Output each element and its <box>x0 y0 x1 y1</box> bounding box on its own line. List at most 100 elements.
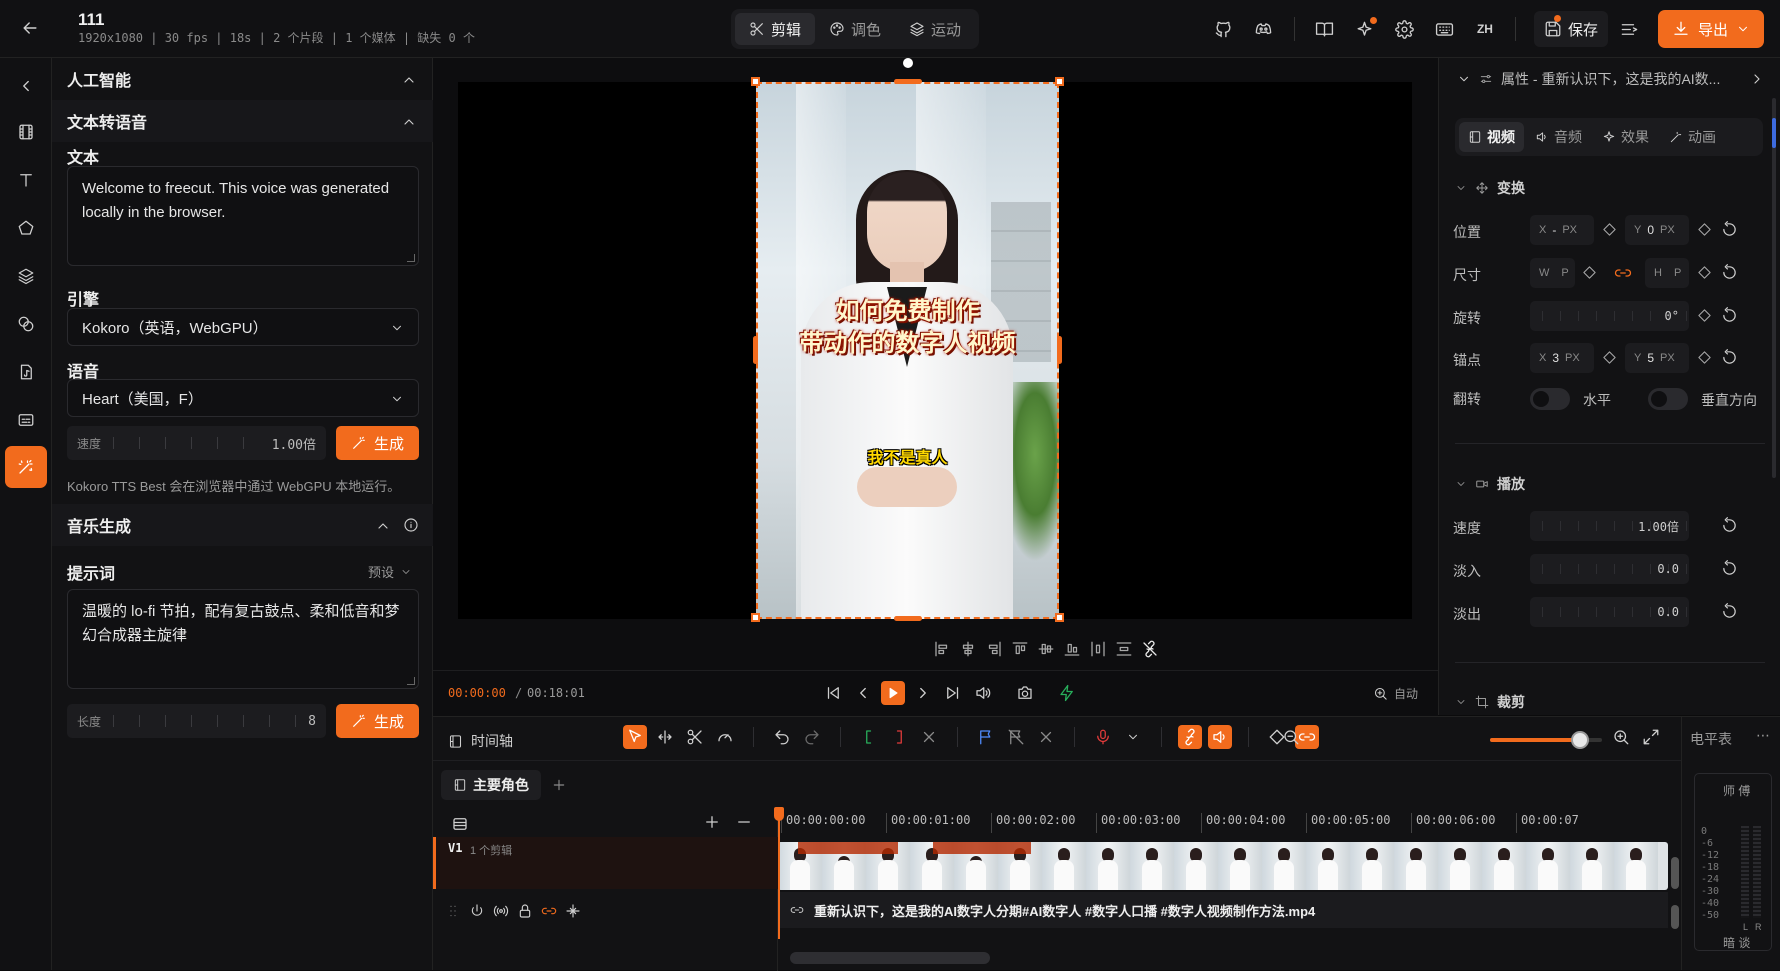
section-tts-header[interactable]: 文本转语音 <box>52 100 433 142</box>
timeline-h-scrollbar[interactable] <box>790 952 990 964</box>
drag-handle-icon[interactable] <box>445 903 461 919</box>
engine-select[interactable]: Kokoro（英语，WebGPU） <box>67 308 419 346</box>
plus-icon[interactable] <box>551 777 567 793</box>
track-menu-button[interactable] <box>451 815 469 833</box>
resize-grip[interactable] <box>407 677 415 685</box>
record-options-button[interactable] <box>1121 725 1145 749</box>
tab-audio[interactable]: 音频 <box>1526 122 1591 152</box>
align-center-v-icon[interactable] <box>1037 640 1055 658</box>
rail-layers-button[interactable] <box>8 258 44 294</box>
plus-icon[interactable] <box>703 813 721 831</box>
preset-dropdown[interactable]: 预设 <box>368 562 412 581</box>
anchor-y-input[interactable]: Y 5 PX <box>1625 343 1689 373</box>
properties-scrollbar[interactable] <box>1772 98 1776 478</box>
rail-subtitles-button[interactable] <box>8 402 44 438</box>
resize-handle-left[interactable] <box>753 336 758 364</box>
video-clip-thumbnails[interactable] <box>778 842 1668 890</box>
clear-markers-button[interactable] <box>1034 725 1058 749</box>
zoom-out-button[interactable] <box>1279 725 1303 749</box>
rotate-handle[interactable] <box>903 58 913 68</box>
track-scrollbar[interactable] <box>1671 857 1679 889</box>
video-clip[interactable]: 重新认识下，这是我的AI数字人分期#AI数字人 #数字人口播 #数字人视频制作方… <box>778 892 1668 928</box>
reset-fadein-button[interactable] <box>1721 560 1738 577</box>
keyframe-size-w[interactable] <box>1582 265 1597 280</box>
mark-in-button[interactable] <box>857 725 881 749</box>
reset-rotation-button[interactable] <box>1721 307 1738 324</box>
snap-icon[interactable] <box>1141 640 1159 658</box>
speed-slider[interactable]: 速度 1.00倍 <box>67 426 326 460</box>
transform-group-header[interactable]: 变换 <box>1455 178 1525 198</box>
keyframe-anchor-x[interactable] <box>1602 350 1617 365</box>
flip-vertical-toggle[interactable] <box>1648 388 1688 410</box>
keyframe-size-h[interactable] <box>1697 265 1712 280</box>
zoom-slider-knob[interactable] <box>1570 731 1589 749</box>
tab-video[interactable]: 视频 <box>1459 122 1524 152</box>
lock-icon[interactable] <box>517 903 533 919</box>
tab-effects[interactable]: 效果 <box>1593 122 1658 152</box>
mark-out-button[interactable] <box>887 725 911 749</box>
shortcuts-button[interactable] <box>1427 11 1463 47</box>
language-button[interactable]: ZH <box>1467 11 1503 47</box>
skip-end-button[interactable] <box>941 681 965 705</box>
keyframe-anchor-y[interactable] <box>1697 350 1712 365</box>
fadein-slider[interactable]: 0.0 <box>1530 554 1689 584</box>
fast-preview-button[interactable] <box>1055 681 1079 705</box>
track-scrollbar[interactable] <box>1671 905 1679 929</box>
fadeout-slider[interactable]: 0.0 <box>1530 597 1689 627</box>
align-left-icon[interactable] <box>933 640 951 658</box>
clip-speed-slider[interactable]: 1.00倍 <box>1530 511 1689 541</box>
size-w-input[interactable]: WP <box>1530 258 1575 288</box>
add-marker-button[interactable] <box>974 725 998 749</box>
chevron-down-icon[interactable] <box>1457 72 1471 86</box>
save-button[interactable]: 保存 <box>1533 11 1608 47</box>
keyframe-position-x[interactable] <box>1602 222 1617 237</box>
composition-tab-main[interactable]: 主要角色 <box>441 770 541 800</box>
prev-frame-button[interactable] <box>851 681 875 705</box>
reset-anchor-button[interactable] <box>1721 349 1738 366</box>
volume-button[interactable] <box>971 681 995 705</box>
section-music-header[interactable]: 音乐生成 <box>52 504 433 546</box>
skip-start-button[interactable] <box>821 681 845 705</box>
clear-marks-button[interactable] <box>917 725 941 749</box>
info-icon[interactable] <box>403 517 419 533</box>
rail-effects-button[interactable] <box>8 306 44 342</box>
ripple-tool[interactable] <box>653 725 677 749</box>
remove-marker-button[interactable] <box>1004 725 1028 749</box>
zoom-auto-button[interactable]: 自动 <box>1373 685 1418 702</box>
crop-group-header[interactable]: 裁剪 <box>1455 692 1525 712</box>
power-icon[interactable] <box>469 903 485 919</box>
select-tool[interactable] <box>623 725 647 749</box>
position-y-input[interactable]: Y 0 PX <box>1625 215 1689 245</box>
align-bottom-icon[interactable] <box>1063 640 1081 658</box>
section-ai-header[interactable]: 人工智能 <box>52 58 433 100</box>
undo-button[interactable] <box>770 725 794 749</box>
rail-text-button[interactable] <box>8 162 44 198</box>
more-options-button[interactable]: ⋯ <box>1756 727 1770 744</box>
razor-tool[interactable] <box>683 725 707 749</box>
play-button[interactable] <box>881 681 905 705</box>
queue-button[interactable] <box>1612 11 1648 47</box>
redo-button[interactable] <box>800 725 824 749</box>
flip-horizontal-toggle[interactable] <box>1530 388 1570 410</box>
timeline-ruler[interactable]: 00:00:00:00 00:00:01:00 00:00:02:00 00:00:0… <box>778 807 1681 835</box>
chevron-right-icon[interactable] <box>1749 71 1765 87</box>
tab-animation[interactable]: 动画 <box>1660 122 1725 152</box>
resize-handle-tr[interactable] <box>1055 77 1064 86</box>
next-frame-button[interactable] <box>911 681 935 705</box>
align-top-icon[interactable] <box>1011 640 1029 658</box>
tts-text-input[interactable]: Welcome to freecut. This voice was gener… <box>67 166 419 266</box>
keyframe-rotation[interactable] <box>1697 308 1712 323</box>
audio-scrub-toggle[interactable] <box>1208 725 1232 749</box>
distribute-v-icon[interactable] <box>1115 640 1133 658</box>
position-x-input[interactable]: X - PX <box>1530 215 1594 245</box>
fit-timeline-button[interactable] <box>1639 725 1663 749</box>
collapse-panel-button[interactable] <box>8 68 44 104</box>
github-button[interactable] <box>1206 11 1242 47</box>
minus-icon[interactable] <box>735 813 753 831</box>
voice-select[interactable]: Heart（美国，F） <box>67 379 419 417</box>
snapping-toggle[interactable] <box>1178 725 1202 749</box>
resize-handle-br[interactable] <box>1055 613 1064 622</box>
zoom-in-button[interactable] <box>1609 725 1633 749</box>
length-slider[interactable]: 长度 8 <box>67 704 326 738</box>
generate-speech-button[interactable]: 生成 <box>336 426 419 460</box>
